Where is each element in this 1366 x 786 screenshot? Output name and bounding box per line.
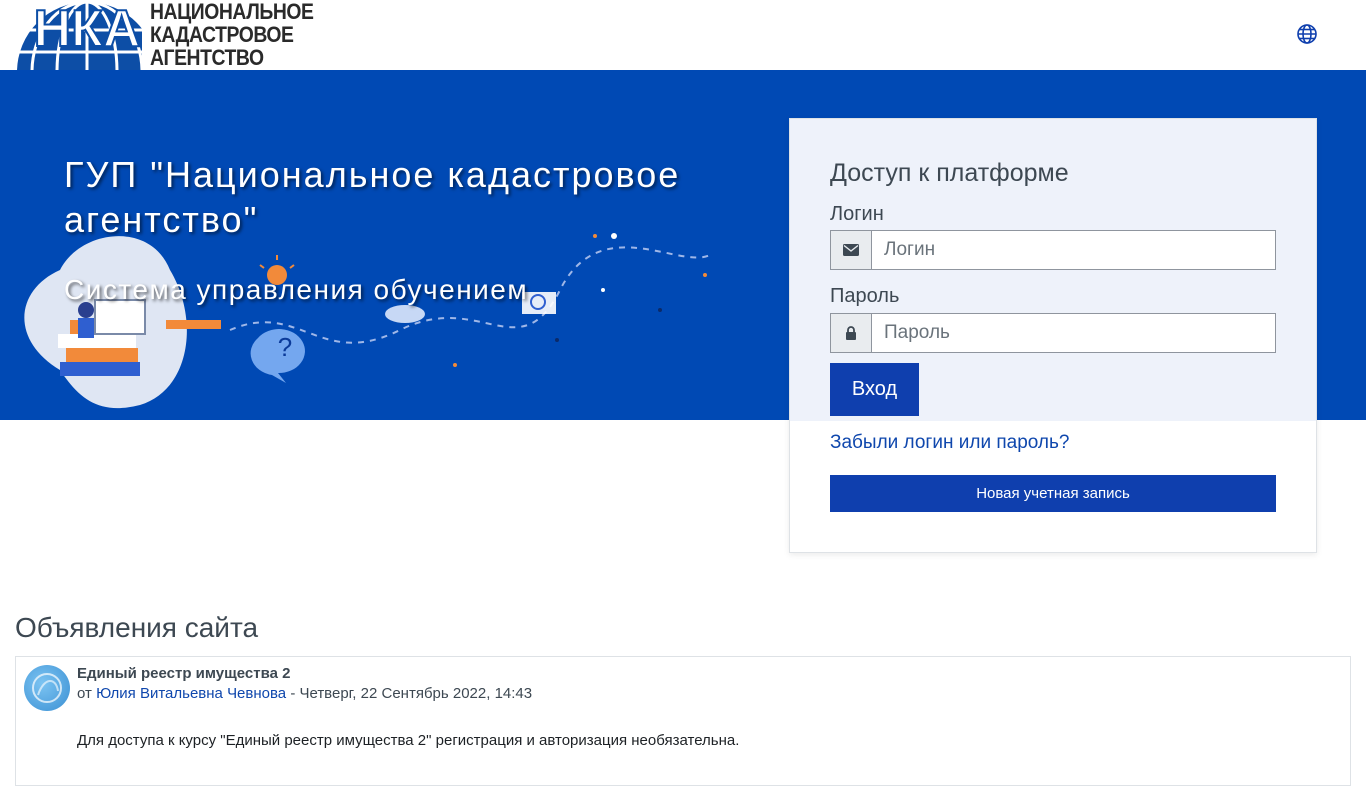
post-meta: от Юлия Витальевна Чевнова - Четверг, 22… <box>77 685 532 702</box>
envelope-icon <box>830 230 871 270</box>
post-body: Для доступа к курсу "Единый реестр имуще… <box>77 732 740 749</box>
avatar[interactable] <box>24 665 70 711</box>
forgot-password-link[interactable]: Забыли логин или пароль? <box>830 432 1069 454</box>
password-group <box>830 313 1276 353</box>
svg-text:?: ? <box>278 332 292 362</box>
top-navbar: НКА НАЦИОНАЛЬНОЕ КАДАСТРОВОЕ АГЕНТСТВО <box>0 0 1366 70</box>
username-label: Логин <box>830 203 884 225</box>
logo-line-2: КАДАСТРОВОЕ <box>150 22 294 47</box>
post-subject[interactable]: Единый реестр имущества 2 <box>77 665 291 682</box>
site-logo[interactable]: НКА НАЦИОНАЛЬНОЕ КАДАСТРОВОЕ АГЕНТСТВО <box>16 0 336 70</box>
announcements-title: Объявления сайта <box>15 612 259 643</box>
password-input[interactable] <box>871 313 1276 353</box>
username-input[interactable] <box>871 230 1276 270</box>
login-button[interactable]: Вход <box>830 363 919 416</box>
hero-title: ГУП "Национальное кадастровое агентство" <box>64 154 681 240</box>
login-heading: Доступ к платформе <box>830 159 1069 187</box>
password-label: Пароль <box>830 285 900 307</box>
logo-emblem: НКА <box>16 0 143 70</box>
new-account-button[interactable]: Новая учетная запись <box>830 475 1276 512</box>
post-by-label: от <box>77 685 92 702</box>
post-date: - Четверг, 22 Сентябрь 2022, 14:43 <box>290 685 533 702</box>
announcement-post: Единый реестр имущества 2 от Юлия Виталь… <box>15 656 1351 786</box>
globe-icon[interactable] <box>1296 23 1318 45</box>
hero-illustration: ? <box>24 233 711 409</box>
username-group <box>830 230 1276 270</box>
login-card: Доступ к платформе Логин Пароль Вход Заб… <box>789 118 1317 553</box>
logo-line-1: НАЦИОНАЛЬНОЕ <box>150 0 314 24</box>
post-author-link[interactable]: Юлия Витальевна Чевнова <box>96 685 286 702</box>
logo-line-3: АГЕНТСТВО <box>150 45 264 70</box>
hero-subtitle: Система управления обучением <box>64 274 529 305</box>
logo-abbr: НКА <box>34 0 141 58</box>
logo-wordmark: НАЦИОНАЛЬНОЕ КАДАСТРОВОЕ АГЕНТСТВО <box>150 0 314 70</box>
lock-icon <box>830 313 871 353</box>
